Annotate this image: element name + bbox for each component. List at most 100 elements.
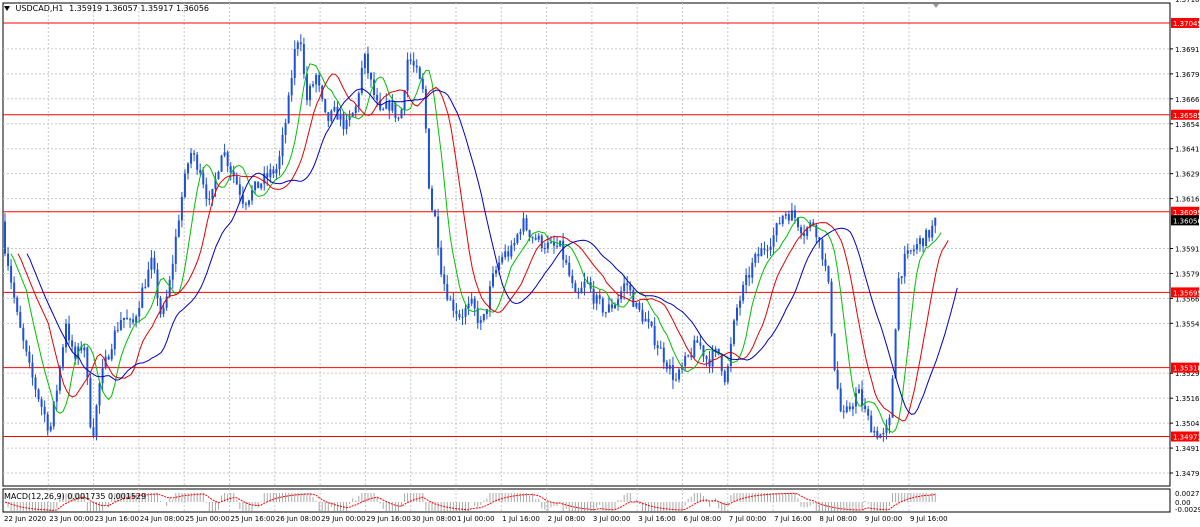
candle-body [537,235,540,240]
x-tick-label: 9 Jul 16:00 [910,515,948,523]
y-tick-label: 1.36540 [1175,121,1200,129]
candle-body [906,250,909,254]
candle-body [623,283,626,292]
candle-body [202,172,205,185]
candle-body [229,166,232,172]
candle-body [632,290,635,307]
candle-body [723,371,726,383]
level-label: 1.34973 [1173,434,1200,442]
candle-body [65,323,67,348]
candle-body [443,274,446,284]
candle-body [272,169,275,174]
candle-body [199,169,202,173]
candle-body [763,248,766,250]
candle-body [501,257,504,263]
y-tick-label: 1.34790 [1175,470,1200,478]
candle-body [888,417,891,426]
candle-body [101,367,104,384]
candle-body [406,59,409,91]
candle-body [531,237,534,239]
x-tick-label: 23 Jun 00:00 [49,515,93,523]
candle-body [693,340,696,358]
candle-body [519,231,522,235]
candle-body [641,309,644,322]
candle-body [903,253,906,277]
candle-body [299,42,302,45]
triangle-down-icon[interactable] [4,6,10,11]
candle-body [684,355,687,367]
y-tick-label: 1.36165 [1175,196,1200,204]
candle-body [583,281,586,288]
candle-body [879,434,882,439]
candle-body [848,406,851,410]
candle-body [543,248,546,250]
candle-body [431,188,433,211]
candle-body [95,405,98,437]
candle-body [376,94,379,101]
candle-body [113,330,116,350]
candle-body [290,78,293,96]
candle-body [507,251,510,257]
candle-body [540,235,543,249]
candle-body [330,110,333,121]
candle-body [772,235,775,247]
candle-body [315,75,318,85]
candle-body [571,275,574,284]
candle-body [129,319,132,321]
y-tick-label: 1.35165 [1175,395,1200,403]
candle-body [427,128,430,189]
macd-tick-label: 0.002736 [1175,490,1200,498]
candle-body [793,210,796,218]
candle-body [580,287,583,294]
candle-body [595,295,598,304]
candle-body [302,44,305,75]
ohlc-values: 1.35919 1.36057 1.35917 1.36056 [69,4,210,13]
candle-body [931,225,934,238]
candle-body [876,431,879,439]
candle-body [190,153,193,164]
candle-body [153,257,156,270]
candle-body [607,304,610,313]
candle-body [919,238,921,244]
candle-body [421,78,424,90]
candle-body [312,84,315,87]
candle-body [13,282,16,298]
candle-body [830,281,833,334]
candle-body [647,318,650,322]
candle-body [504,251,507,258]
candle-body [833,333,836,371]
candle-body [248,200,250,205]
candle-body [925,230,928,247]
candle-body [324,98,327,113]
x-tick-label: 24 Jun 08:00 [140,515,184,523]
candle-body [867,409,870,416]
candle-body [455,310,458,314]
candle-body [345,120,348,130]
candle-body [760,248,763,257]
candle-body [122,317,125,321]
candle-body [55,390,58,402]
candle-body [790,210,793,221]
x-tick-label: 30 Jun 08:00 [412,515,456,523]
candle-body [470,298,473,304]
candle-body [861,389,864,406]
candle-body [135,316,138,323]
candle-body [821,239,824,260]
candle-body [83,347,86,351]
candle-body [92,427,95,437]
candle-body [49,426,52,431]
candle-body [775,223,778,236]
candle-body [74,346,77,359]
candle-body [516,234,519,244]
candle-body [354,106,357,113]
candle-body [40,399,43,407]
candle-body [351,112,354,117]
candle-body [287,95,290,124]
x-tick-label: 7 Jul 00:00 [729,515,767,523]
candle-body [922,238,925,247]
candle-body [144,287,147,289]
candle-body [86,347,89,378]
chart-window[interactable]: 22 Jun 2020 23 Jun 00:00 23 Jun 16:00 24 Ju… [0,0,1200,527]
price-chart[interactable]: 22 Jun 2020 23 Jun 00:00 23 Jun 16:00 24 Ju… [0,0,1200,527]
candle-body [473,298,476,309]
